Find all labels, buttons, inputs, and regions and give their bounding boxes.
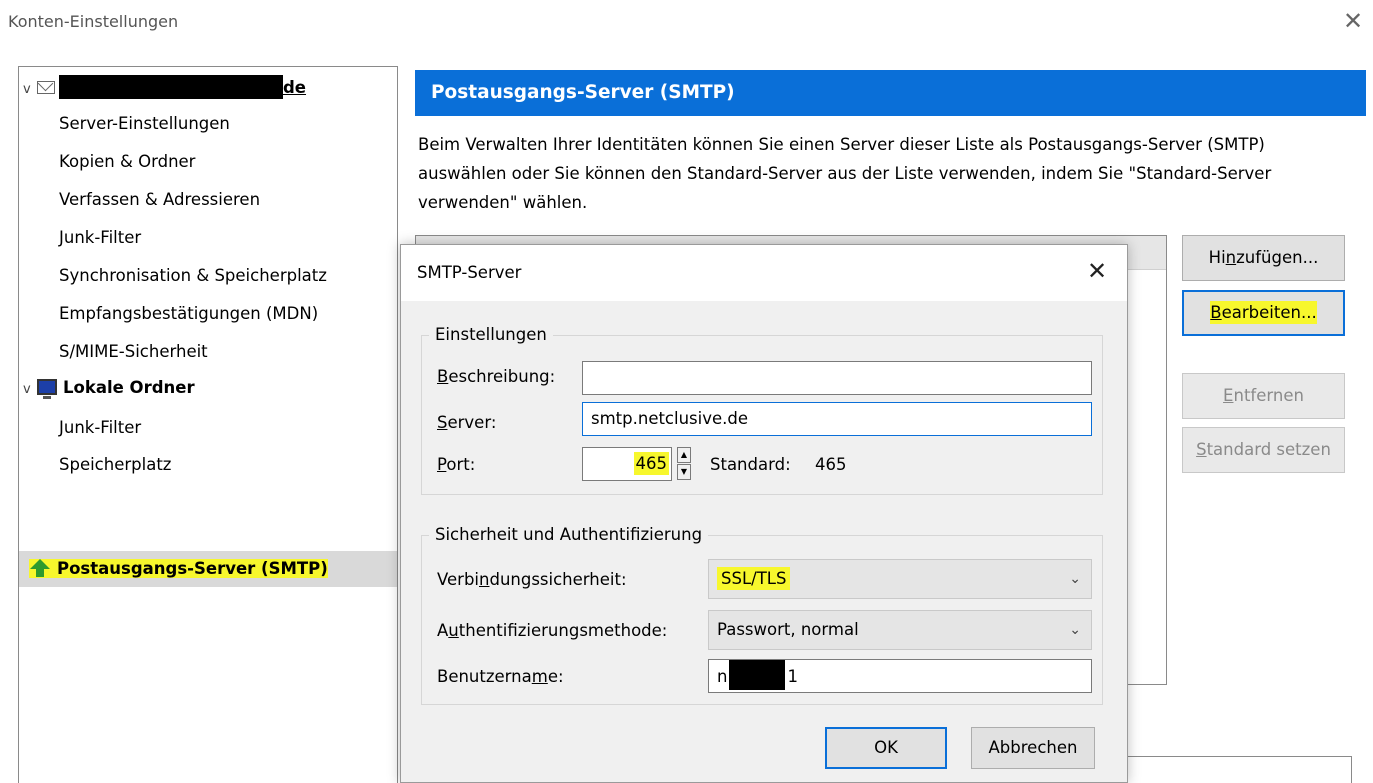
label-part: ort: bbox=[446, 455, 476, 474]
remove-label-part: ntfernen bbox=[1233, 386, 1304, 405]
smtp-highlight: Postausgangs-Server (SMTP) bbox=[29, 559, 328, 578]
port-label: Port: bbox=[437, 455, 475, 474]
close-icon[interactable]: ✕ bbox=[1087, 257, 1107, 285]
label-accel: u bbox=[448, 621, 459, 640]
window-title: Konten-Einstellungen bbox=[8, 12, 179, 31]
tree-local-folders-row[interactable]: v Lokale Ordner bbox=[23, 371, 195, 405]
connection-security-value: SSL/TLS bbox=[717, 567, 791, 590]
dialog-titlebar: SMTP-Server ✕ bbox=[401, 245, 1127, 301]
port-input[interactable]: 465 bbox=[582, 447, 672, 481]
auth-method-select[interactable]: Passwort, normal ⌄ bbox=[708, 610, 1092, 650]
chevron-down-icon[interactable]: v bbox=[23, 373, 37, 407]
local-folders-label: Lokale Ordner bbox=[63, 378, 195, 397]
tree-item-junk-filter[interactable]: Junk-Filter bbox=[59, 221, 141, 255]
label-part: A bbox=[437, 621, 449, 640]
panel-description-line: verwenden" wählen. bbox=[418, 193, 588, 212]
connection-security-label: Verbindungssicherheit: bbox=[437, 570, 627, 589]
add-label-accel: n bbox=[1225, 248, 1237, 267]
port-default-value: 465 bbox=[815, 455, 847, 474]
settings-group-label: Einstellungen bbox=[429, 325, 553, 344]
label-part: e: bbox=[547, 667, 564, 686]
description-label: Beschreibung: bbox=[437, 367, 555, 386]
username-label: Benutzername: bbox=[437, 667, 564, 686]
edit-highlight: Bearbeiten... bbox=[1210, 301, 1317, 324]
label-accel: B bbox=[437, 367, 449, 386]
username-input[interactable]: n1 bbox=[708, 659, 1092, 693]
tree-item-local-storage[interactable]: Speicherplatz bbox=[59, 448, 171, 482]
label-part: eschreibung: bbox=[448, 367, 556, 386]
account-tree: v de Server-Einstellungen Kopien & Ordner… bbox=[18, 66, 398, 783]
add-label-part: zufügen... bbox=[1236, 248, 1319, 267]
redacted-account-name bbox=[59, 75, 283, 99]
username-value-end: 1 bbox=[787, 667, 798, 686]
tree-item-smime[interactable]: S/MIME-Sicherheit bbox=[59, 335, 208, 369]
cancel-button[interactable]: Abbrechen bbox=[971, 727, 1095, 769]
chevron-down-icon: ⌄ bbox=[1069, 622, 1081, 638]
label-accel: m bbox=[531, 667, 548, 686]
port-stepper[interactable]: ▲ ▼ bbox=[677, 447, 691, 481]
description-input[interactable] bbox=[582, 361, 1092, 395]
envelope-icon bbox=[37, 81, 55, 94]
security-group-label: Sicherheit und Authentifizierung bbox=[429, 525, 709, 544]
ok-button[interactable]: OK bbox=[825, 727, 947, 769]
auth-method-label: Authentifizierungsmethode: bbox=[437, 621, 667, 640]
chevron-down-icon[interactable]: v bbox=[23, 73, 37, 107]
label-accel: S bbox=[437, 413, 448, 432]
port-down-icon[interactable]: ▼ bbox=[677, 464, 691, 480]
set-default-button[interactable]: Standard setzen bbox=[1182, 427, 1345, 473]
port-value: 465 bbox=[633, 452, 669, 475]
tree-item-server-settings[interactable]: Server-Einstellungen bbox=[59, 107, 230, 141]
label-part: Benutzerna bbox=[437, 667, 532, 686]
panel-description-line: Beim Verwalten Ihrer Identitäten können … bbox=[418, 135, 1265, 154]
port-default-label: Standard: bbox=[710, 455, 791, 474]
close-icon[interactable]: ✕ bbox=[1338, 6, 1368, 36]
connection-security-select[interactable]: SSL/TLS ⌄ bbox=[708, 559, 1092, 599]
tree-item-local-junk-filter[interactable]: Junk-Filter bbox=[59, 411, 141, 445]
tree-item-receipts[interactable]: Empfangsbestätigungen (MDN) bbox=[59, 297, 318, 331]
default-label-part: tandard setzen bbox=[1206, 440, 1331, 459]
port-up-icon[interactable]: ▲ bbox=[677, 447, 691, 463]
panel-header: Postausgangs-Server (SMTP) bbox=[415, 70, 1366, 116]
label-part: dungssicherheit: bbox=[489, 570, 627, 589]
remove-label-accel: E bbox=[1223, 386, 1234, 405]
tree-item-sync-storage[interactable]: Synchronisation & Speicherplatz bbox=[59, 259, 327, 293]
chevron-down-icon: ⌄ bbox=[1069, 571, 1081, 587]
dialog-title: SMTP-Server bbox=[417, 263, 522, 282]
add-server-button[interactable]: Hinzufügen... bbox=[1182, 235, 1345, 281]
default-label-accel: S bbox=[1196, 440, 1207, 459]
auth-method-value: Passwort, normal bbox=[717, 620, 859, 639]
panel-description-line: auswählen oder Sie können den Standard-S… bbox=[418, 164, 1272, 183]
tree-item-smtp-selected[interactable]: Postausgangs-Server (SMTP) bbox=[19, 551, 397, 587]
upload-arrow-icon bbox=[29, 559, 51, 577]
username-value-start: n bbox=[717, 667, 728, 686]
smtp-label: Postausgangs-Server (SMTP) bbox=[57, 559, 328, 578]
server-input[interactable]: smtp.netclusive.de bbox=[582, 402, 1092, 436]
label-accel: n bbox=[479, 570, 490, 589]
redacted-username bbox=[729, 660, 786, 690]
tree-item-composition[interactable]: Verfassen & Adressieren bbox=[59, 183, 260, 217]
edit-label-part: earbeiten... bbox=[1221, 303, 1317, 322]
smtp-row-content: Postausgangs-Server (SMTP) bbox=[29, 552, 328, 586]
monitor-icon bbox=[37, 379, 57, 399]
add-label-part: Hi bbox=[1208, 248, 1226, 267]
label-accel: P bbox=[437, 455, 447, 474]
account-suffix: de bbox=[283, 78, 307, 97]
tree-item-copies-folders[interactable]: Kopien & Ordner bbox=[59, 145, 195, 179]
label-part: Verbi bbox=[437, 570, 479, 589]
label-part: erver: bbox=[447, 413, 497, 432]
server-details-box bbox=[1122, 756, 1352, 783]
server-label: Server: bbox=[437, 413, 496, 432]
edit-label-accel: B bbox=[1210, 303, 1222, 322]
smtp-server-dialog: SMTP-Server ✕ Einstellungen Beschreibung… bbox=[400, 244, 1128, 783]
label-part: thentifizierungsmethode: bbox=[458, 621, 668, 640]
remove-server-button[interactable]: Entfernen bbox=[1182, 373, 1345, 419]
panel-description: Beim Verwalten Ihrer Identitäten können … bbox=[418, 130, 1358, 217]
tree-account-row[interactable]: v de bbox=[23, 71, 306, 105]
edit-server-button[interactable]: Bearbeiten... bbox=[1182, 290, 1345, 336]
